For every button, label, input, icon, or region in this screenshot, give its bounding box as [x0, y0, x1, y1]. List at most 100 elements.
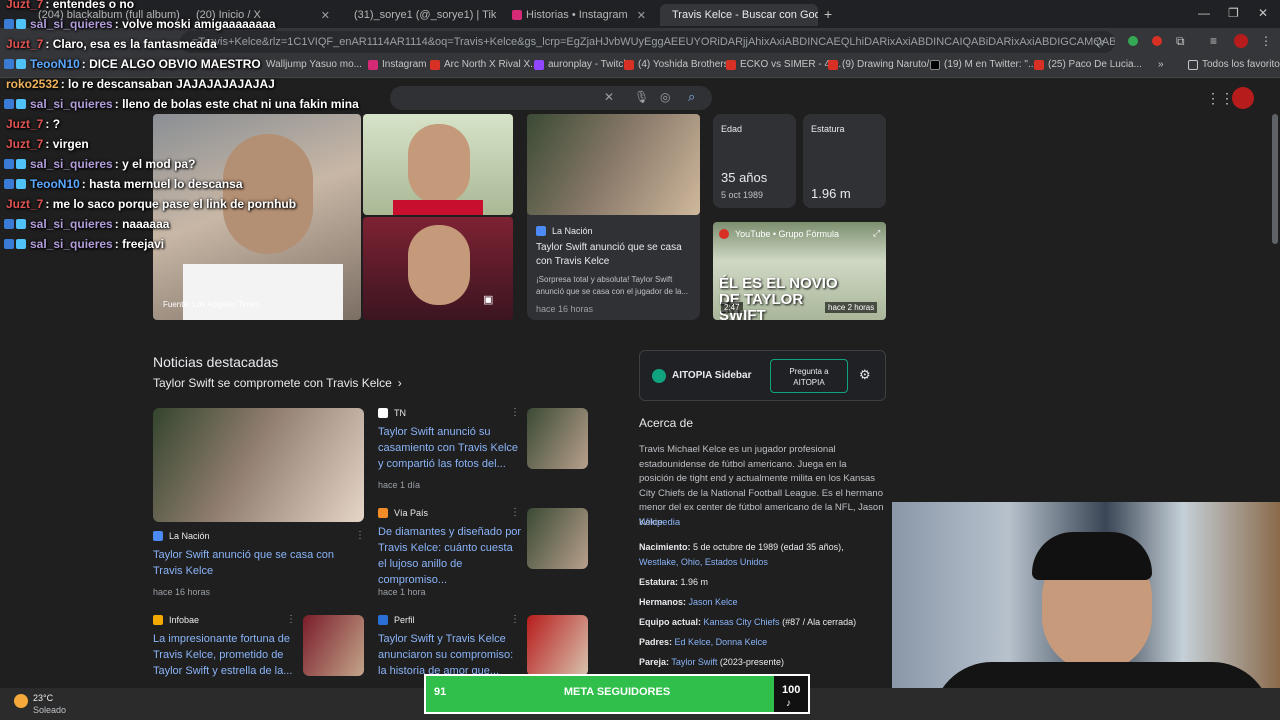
- chat-text: : lo re descansaban JAJAJAJAJAJAJ: [60, 77, 275, 91]
- bookmark-item[interactable]: (25) Paco De Lucia...: [1034, 59, 1142, 70]
- bookmark-item[interactable]: ECKO vs SIMER - 4t...: [726, 59, 841, 70]
- image-gallery-icon[interactable]: ▣: [483, 293, 493, 306]
- page-scrollbar[interactable]: [1272, 114, 1278, 244]
- bookmark-item[interactable]: (19) M en Twitter: "...: [930, 59, 1036, 70]
- new-tab-button[interactable]: +: [824, 6, 832, 22]
- apps-grid-icon[interactable]: ⋮⋮: [1206, 90, 1234, 107]
- instagram-icon: [512, 10, 522, 20]
- tab-google[interactable]: Travis Kelce - Buscar con Googl✕: [660, 4, 818, 26]
- microphone-icon[interactable]: 🎙: [634, 90, 649, 104]
- image-source: Fuente: Los Angeles Times: [163, 300, 260, 309]
- more-options-icon[interactable]: ⋮: [355, 530, 365, 541]
- aitopia-ask-button[interactable]: Pregunta a AITOPIA: [770, 359, 848, 393]
- more-options-icon[interactable]: ⋮: [510, 507, 520, 518]
- bookmark-star-icon[interactable]: ☆: [1094, 34, 1106, 50]
- lens-icon[interactable]: ◎: [660, 90, 670, 104]
- news-item-time: hace 1 día: [378, 480, 421, 490]
- news-item-photo[interactable]: [527, 615, 588, 676]
- chat-text: : volve moski amigaaaaaaaa: [114, 17, 276, 31]
- restore-icon[interactable]: ❐: [1228, 6, 1239, 20]
- sibling-link[interactable]: Jason Kelce: [689, 597, 738, 607]
- news-source-icon: [378, 408, 388, 418]
- clear-icon[interactable]: ✕: [604, 90, 614, 104]
- chevron-right-icon[interactable]: »: [1158, 59, 1164, 70]
- goal-target: 100: [782, 684, 801, 696]
- news-main-title[interactable]: Taylor Swift anunció que se casa con Tra…: [153, 547, 363, 579]
- age-card[interactable]: Edad 35 años 5 oct 1989: [713, 114, 796, 208]
- badge-icon: [16, 19, 26, 29]
- video-card[interactable]: YouTube • Grupo Fórmula ⤢ ÉL ES EL NOVIO…: [713, 222, 886, 320]
- fact-row-partner: Pareja: Taylor Swift (2023-presente): [639, 657, 784, 667]
- weather-temp[interactable]: 23°C: [33, 693, 53, 703]
- image-smile[interactable]: [363, 114, 513, 215]
- news-item-photo[interactable]: [527, 408, 588, 469]
- media-icon[interactable]: ≡: [1210, 34, 1217, 48]
- top-news-card[interactable]: La Nación Taylor Swift anunció que se ca…: [527, 114, 700, 320]
- birthplace-link[interactable]: Westlake, Ohio, Estados Unidos: [639, 556, 768, 568]
- height-value: 1.96 m: [811, 186, 851, 201]
- close-window-icon[interactable]: ✕: [1258, 6, 1268, 20]
- news-item-title[interactable]: De diamantes y diseñado por Travis Kelce…: [378, 524, 522, 588]
- news-item-photo[interactable]: [303, 615, 364, 676]
- news-item-title[interactable]: La impresionante fortuna de Travis Kelce…: [153, 631, 297, 679]
- chat-text: : Claro, esa es la fantasmeada: [45, 37, 217, 51]
- all-bookmarks[interactable]: Todos los favoritos: [1188, 59, 1280, 70]
- news-source-icon: [378, 615, 388, 625]
- chat-username: sal_si_quieres: [30, 237, 113, 251]
- chat-text: : naaaaaa: [114, 217, 170, 231]
- more-options-icon[interactable]: ⋮: [286, 614, 296, 625]
- close-icon[interactable]: ✕: [631, 9, 646, 22]
- news-topic-link[interactable]: Taylor Swift se compromete con Travis Ke…: [153, 376, 402, 390]
- chat-username: Juzt_7: [6, 137, 44, 151]
- news-photo: [527, 114, 700, 215]
- chat-text: : freejavi: [114, 237, 165, 251]
- news-item-title[interactable]: Taylor Swift y Travis Kelce anunciaron s…: [378, 631, 522, 679]
- chat-username: sal_si_quieres: [30, 17, 113, 31]
- news-main-photo[interactable]: [153, 408, 364, 522]
- news-title[interactable]: Taylor Swift anunció que se casa con Tra…: [536, 241, 696, 269]
- wikipedia-link[interactable]: Wikipedia: [639, 517, 680, 528]
- youtube-icon: [430, 59, 440, 70]
- x-icon: [930, 59, 940, 70]
- parents-link[interactable]: Ed Kelce, Donna Kelce: [675, 637, 768, 647]
- minimize-icon[interactable]: —: [1198, 6, 1210, 20]
- news-main-source: La Nación: [153, 531, 210, 541]
- chat-message: Juzt_7: Claro, esa es la fantasmeada: [4, 37, 217, 51]
- bookmark-item[interactable]: auronplay - Twitch: [534, 59, 629, 70]
- extensions-icon[interactable]: ⧉: [1176, 34, 1185, 49]
- extension-icon[interactable]: [1152, 36, 1162, 46]
- news-snippet: ¡Sorpresa total y absoluta! Taylor Swift…: [536, 275, 689, 296]
- chat-username: sal_si_quieres: [30, 217, 113, 231]
- jersey-shape: [393, 200, 483, 215]
- expand-icon[interactable]: ⤢: [873, 228, 880, 239]
- main-image[interactable]: Fuente: Los Angeles Times: [153, 114, 361, 320]
- tab-label: Historias • Instagram: [526, 9, 628, 21]
- close-icon[interactable]: ✕: [315, 9, 330, 22]
- badge-icon: [4, 99, 14, 109]
- news-item-photo[interactable]: [527, 508, 588, 569]
- height-card[interactable]: Estatura 1.96 m: [803, 114, 886, 208]
- bookmark-item[interactable]: (9) Drawing Naruto/...: [828, 59, 938, 70]
- tab-instagram[interactable]: Historias • Instagram ✕: [504, 4, 654, 26]
- bookmark-item[interactable]: (4) Yoshida Brothers...: [624, 59, 737, 70]
- badge-icon: [4, 19, 14, 29]
- extension-icon[interactable]: [1128, 36, 1138, 46]
- youtube-icon: [828, 59, 838, 70]
- gear-icon[interactable]: ⚙: [859, 367, 871, 383]
- address-bar[interactable]: =Travis+Kelce&rlz=1C1VIQF_enAR1114AR1114…: [180, 31, 1115, 53]
- aitopia-title: AITOPIA Sidebar: [672, 370, 752, 381]
- google-avatar[interactable]: [1232, 87, 1254, 109]
- bookmark-item[interactable]: Walljump Yasuo mo...: [266, 59, 362, 70]
- search-icon[interactable]: ⌕: [688, 89, 695, 105]
- news-item-title[interactable]: Taylor Swift anunció su casamiento con T…: [378, 424, 522, 472]
- team-link[interactable]: Kansas City Chiefs: [704, 617, 780, 627]
- image-laugh[interactable]: ▣: [363, 217, 513, 320]
- tab-tiktok[interactable]: (31)_sorye1 (@_sorye1) | TikTok✕: [346, 4, 496, 26]
- partner-link[interactable]: Taylor Swift: [671, 657, 717, 667]
- menu-icon[interactable]: ⋮: [1260, 34, 1272, 48]
- bookmark-item[interactable]: Instagram: [368, 59, 426, 70]
- profile-avatar[interactable]: [1234, 34, 1248, 48]
- bookmark-item[interactable]: Arc North X Rival X...: [430, 59, 538, 70]
- more-options-icon[interactable]: ⋮: [510, 614, 520, 625]
- more-options-icon[interactable]: ⋮: [510, 407, 520, 418]
